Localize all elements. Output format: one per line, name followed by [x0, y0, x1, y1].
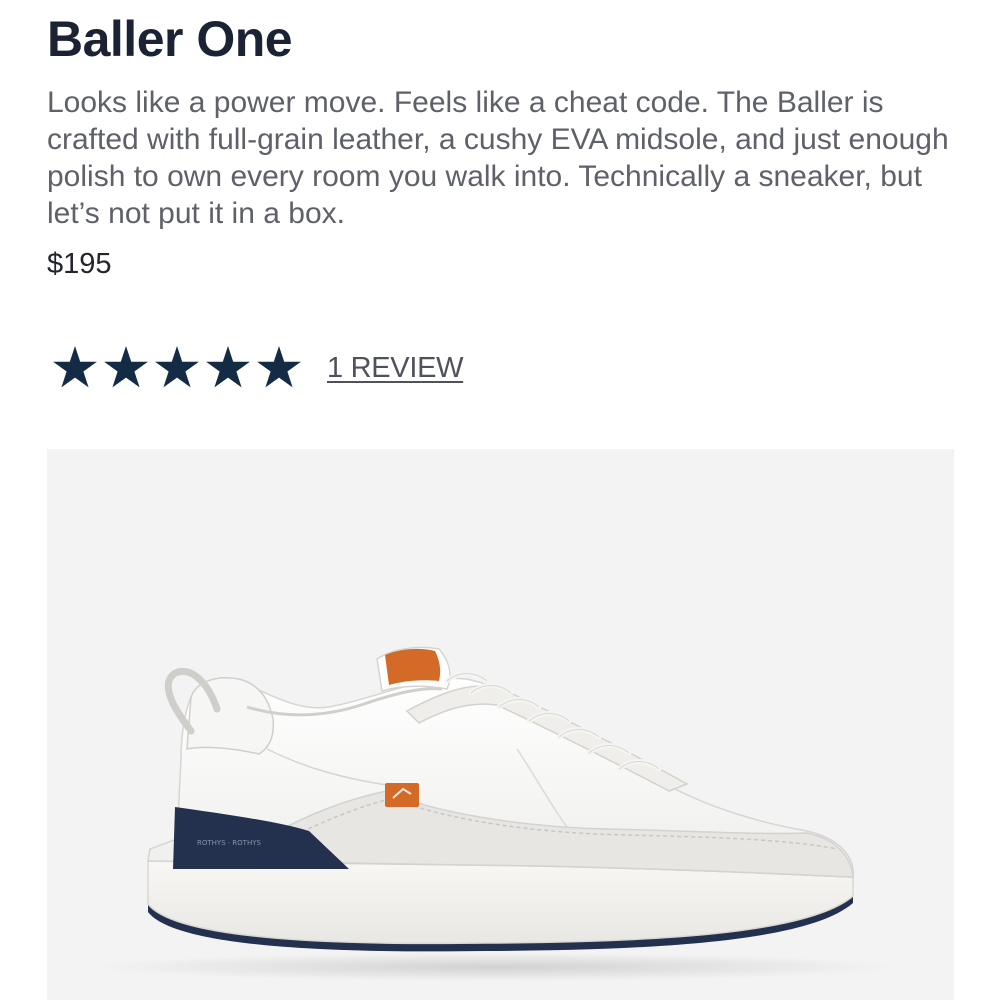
product-image: ROTHYS · ROTHYS: [47, 449, 954, 1000]
product-rating: 1 REVIEW: [51, 343, 463, 393]
star-icon: [206, 346, 250, 388]
product-description: Looks like a power move. Feels like a ch…: [47, 86, 949, 230]
star-icon: [53, 346, 97, 388]
product-price: $195: [47, 248, 112, 280]
star-icon: [257, 346, 301, 388]
star-icon: [104, 346, 148, 388]
star-rating: [51, 344, 306, 392]
sole-brand-text: ROTHYS · ROTHYS: [197, 839, 261, 847]
review-count-link[interactable]: 1 REVIEW: [327, 350, 463, 386]
star-icon: [155, 346, 199, 388]
product-detail-page: Baller One Looks like a power move. Feel…: [0, 0, 1000, 1000]
brand-logo-patch: [385, 783, 419, 807]
product-title: Baller One: [47, 11, 293, 67]
sneaker-illustration: ROTHYS · ROTHYS: [97, 646, 897, 981]
